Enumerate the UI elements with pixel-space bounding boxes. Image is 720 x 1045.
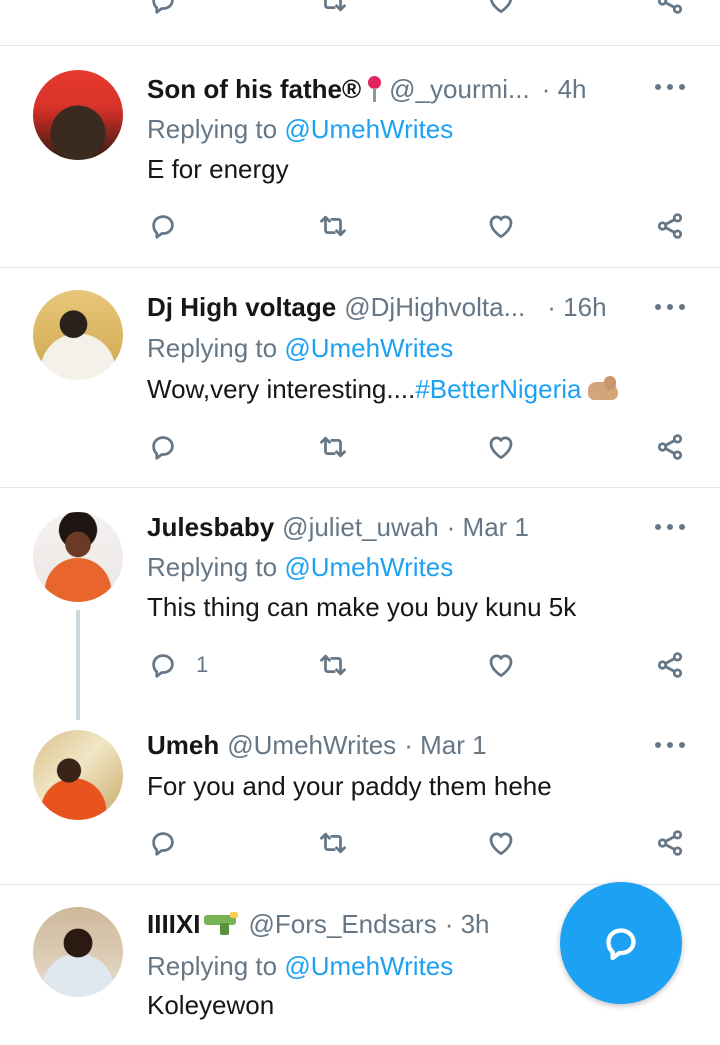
reply-button[interactable] [148,0,178,16]
heart-icon [486,211,516,241]
reply-icon [148,211,178,241]
share-icon [655,211,685,241]
replying-to: Replying to @UmehWrites [147,114,453,144]
replying-label: Replying to [147,333,278,363]
tweet-time[interactable]: · Mar 1 [404,730,486,760]
heart-icon [486,432,516,462]
tweet-text: This thing can make you buy kunu 5k [147,592,577,622]
pin-emoji [367,74,382,104]
author-name[interactable]: Son of his fathe® [147,74,361,104]
replying-label: Replying to [147,552,278,582]
like-button[interactable] [486,0,516,16]
mention-link[interactable]: @UmehWrites [284,333,453,363]
like-button[interactable] [486,211,516,241]
reply-button[interactable] [148,432,178,462]
tweet-text: For you and your paddy them hehe [147,771,552,801]
heart-icon [486,828,516,858]
more-options-button[interactable] [655,522,685,532]
replying-to: Replying to @UmehWrites [147,333,453,363]
thread: Julesbaby @juliet_uwah · Mar 1 Replying … [0,488,720,885]
tweet-text: Wow,very interesting.... #BetterNigeria [147,374,620,404]
more-options-button[interactable] [655,302,685,312]
share-icon [655,828,685,858]
author-handle[interactable]: @Fors_Endsars [248,909,436,939]
compose-reply-button[interactable] [560,882,682,1004]
author-name[interactable]: IIIIXI [147,909,200,939]
heart-icon [486,0,516,16]
more-dots-icon [655,304,661,310]
author-handle[interactable]: @DjHighvolta... [344,292,525,322]
tweet-time[interactable]: · 16h [547,292,606,322]
like-button[interactable] [486,650,516,680]
reply-button[interactable]: 1 [148,650,208,680]
more-options-button[interactable] [655,740,685,750]
retweet-button[interactable] [318,828,348,858]
like-button[interactable] [486,828,516,858]
share-button[interactable] [655,650,685,680]
like-button[interactable] [486,432,516,462]
tweet-text: Koleyewon [147,990,275,1020]
tweet[interactable]: Son of his fathe® @_yourmi... · 4h Reply… [0,46,720,268]
avatar[interactable] [33,290,123,380]
share-button[interactable] [655,828,685,858]
share-button[interactable] [655,0,685,16]
share-button[interactable] [655,432,685,462]
avatar[interactable] [33,907,123,997]
reply-icon [148,650,178,680]
author-handle[interactable]: @UmehWrites [227,730,396,760]
tweet-time[interactable]: · 3h [445,909,490,939]
retweet-icon [318,432,348,462]
replying-label: Replying to [147,114,278,144]
avatar[interactable] [33,70,123,160]
author-name[interactable]: Julesbaby [147,512,274,542]
more-dots-icon [655,524,661,530]
share-icon [655,650,685,680]
tweet-time[interactable]: · Mar 1 [447,512,529,542]
replying-to: Replying to @UmehWrites [147,951,453,981]
author-name[interactable]: Umeh [147,730,219,760]
reply-icon [148,432,178,462]
flexed-biceps-emoji [586,374,620,404]
reply-icon [148,0,178,16]
retweet-button[interactable] [318,650,348,680]
retweet-icon [318,0,348,16]
thread-connector-line [76,610,80,720]
reply-count: 1 [196,652,209,677]
water-pistol-emoji [202,909,240,939]
share-icon [655,0,685,16]
more-options-button[interactable] [655,82,685,92]
tweet[interactable]: Dj High voltage @DjHighvolta... · 16h Re… [0,268,720,488]
author-handle[interactable]: @juliet_uwah [282,512,438,542]
more-dots-icon [655,84,661,90]
tweet-time[interactable]: · 4h [542,74,587,104]
more-dots-icon [655,742,661,748]
retweet-button[interactable] [318,211,348,241]
compose-reply-icon [606,928,636,961]
heart-icon [486,650,516,680]
reply-button[interactable] [148,828,178,858]
share-icon [655,432,685,462]
retweet-icon [318,650,348,680]
share-button[interactable] [655,211,685,241]
retweet-button[interactable] [318,0,348,16]
hashtag-link[interactable]: #BetterNigeria [415,374,581,404]
mention-link[interactable]: @UmehWrites [284,951,453,981]
retweet-button[interactable] [318,432,348,462]
mention-link[interactable]: @UmehWrites [284,114,453,144]
author-handle[interactable]: @_yourmi... [389,74,530,104]
avatar[interactable] [33,730,123,820]
tweet-text: E for energy [147,154,289,184]
replying-to: Replying to @UmehWrites [147,552,453,582]
author-name[interactable]: Dj High voltage [147,292,336,322]
mention-link[interactable]: @UmehWrites [284,552,453,582]
replying-label: Replying to [147,951,278,981]
reply-icon [148,828,178,858]
tweet-text-body: Wow,very interesting.... [147,374,416,404]
avatar[interactable] [33,512,123,602]
previous-tweet-actions [0,0,720,46]
retweet-icon [318,828,348,858]
retweet-icon [318,211,348,241]
reply-button[interactable] [148,211,178,241]
